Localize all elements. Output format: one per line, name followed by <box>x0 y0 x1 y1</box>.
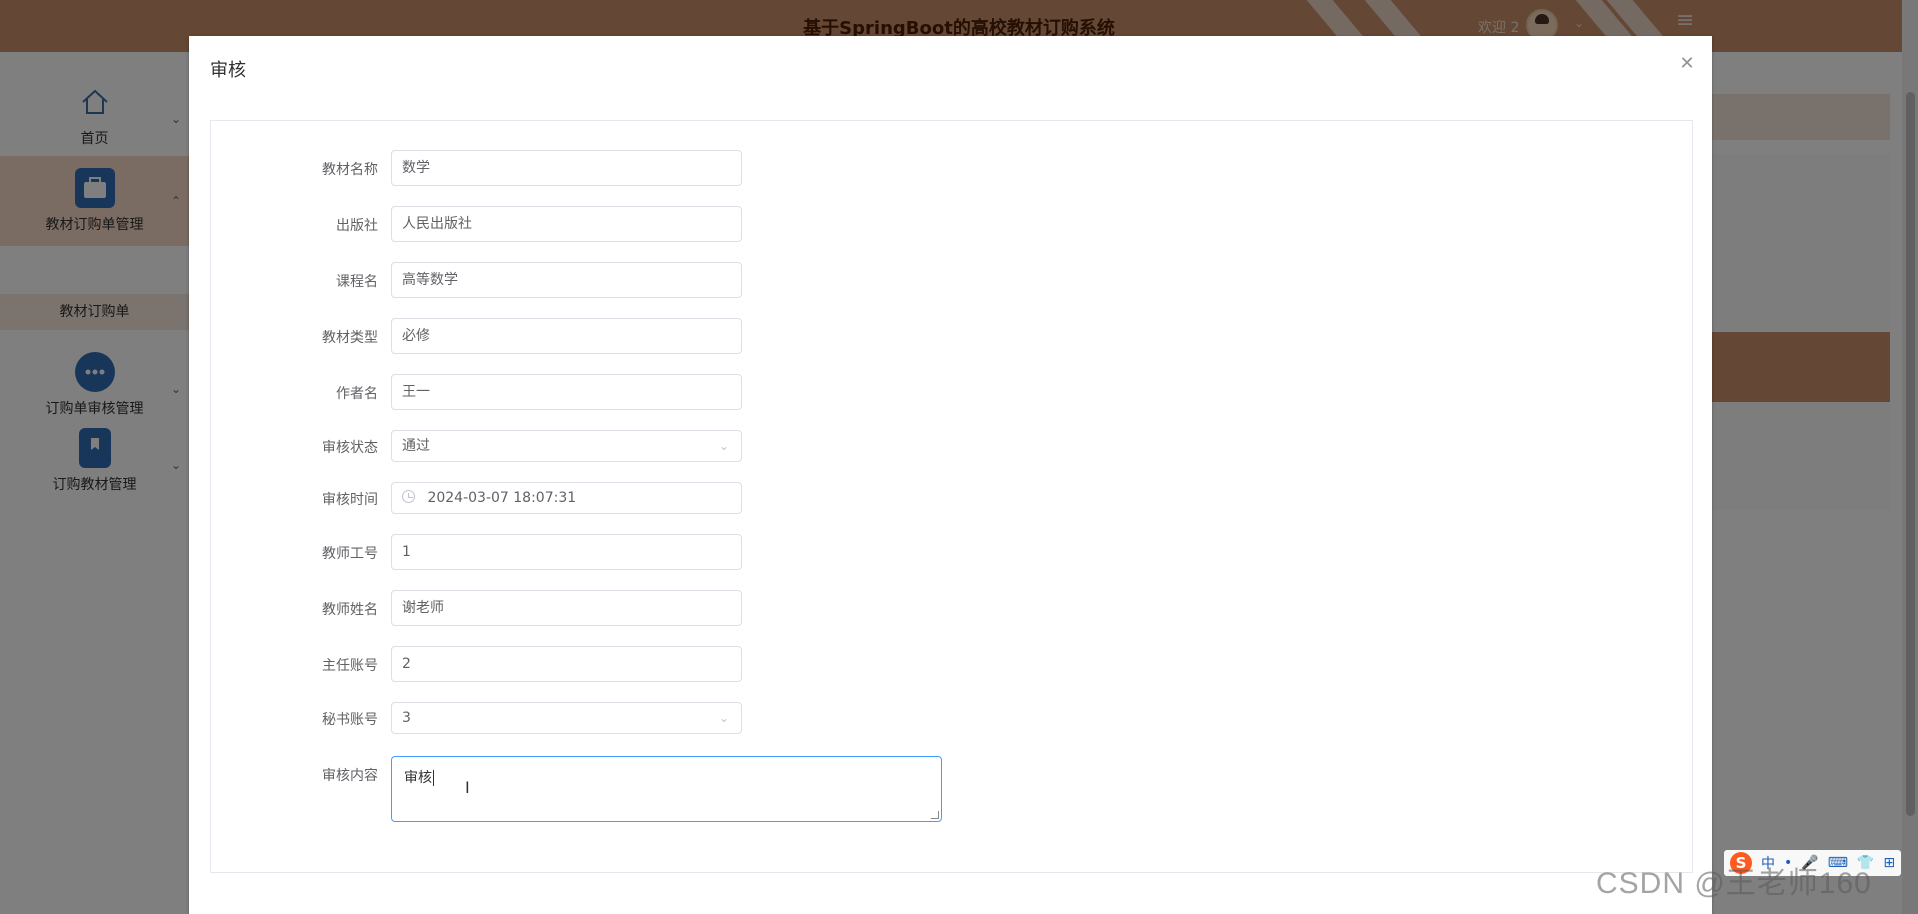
form-row-author: 作者名 王一 <box>211 374 1611 414</box>
chevron-down-icon: ⌄ <box>718 439 729 453</box>
form-row-review-time: 审核时间 2024-03-07 18:07:31 <box>211 482 1611 522</box>
form-label: 出版社 <box>336 218 378 234</box>
form-row-review-status: 审核状态 通过 ⌄ <box>211 430 1611 470</box>
grid-icon[interactable]: ⊞ <box>1883 855 1895 871</box>
form-label: 作者名 <box>336 386 378 402</box>
teacher-id-input[interactable]: 1 <box>391 534 742 570</box>
form-row-course-name: 课程名 高等数学 <box>211 262 1611 302</box>
chevron-down-icon: ⌄ <box>718 711 729 725</box>
teacher-name-input[interactable]: 谢老师 <box>391 590 742 626</box>
form-label: 教材类型 <box>322 330 378 346</box>
close-icon[interactable]: ✕ <box>1677 54 1697 74</box>
publisher-input[interactable]: 人民出版社 <box>391 206 742 242</box>
form-row-review-content: 审核内容 审核 I <box>211 756 1611 826</box>
course-name-input[interactable]: 高等数学 <box>391 262 742 298</box>
textbook-type-input[interactable]: 必修 <box>391 318 742 354</box>
form-label: 秘书账号 <box>322 712 378 728</box>
form-label: 教师工号 <box>322 546 378 562</box>
form-label: 教材名称 <box>322 162 378 178</box>
dialog-title: 审核 <box>210 60 246 81</box>
form-row-textbook-type: 教材类型 必修 <box>211 318 1611 358</box>
form-label: 审核内容 <box>322 768 378 784</box>
review-form: 教材名称 数学 出版社 人民出版社 课程名 高等数学 教材类型 必修 作者名 王… <box>210 120 1693 873</box>
form-label: 课程名 <box>336 274 378 290</box>
review-time-picker[interactable]: 2024-03-07 18:07:31 <box>391 482 742 514</box>
form-row-publisher: 出版社 人民出版社 <box>211 206 1611 246</box>
form-row-textbook-name: 教材名称 数学 <box>211 150 1611 190</box>
review-status-select[interactable]: 通过 ⌄ <box>391 430 742 462</box>
author-input[interactable]: 王一 <box>391 374 742 410</box>
textbook-name-input[interactable]: 数学 <box>391 150 742 186</box>
form-row-teacher-name: 教师姓名 谢老师 <box>211 590 1611 630</box>
resize-handle[interactable] <box>931 811 939 819</box>
form-label: 主任账号 <box>322 658 378 674</box>
form-label: 审核时间 <box>322 492 378 508</box>
watermark: CSDN @王老师160 <box>1596 867 1872 900</box>
review-content-textarea[interactable]: 审核 <box>391 756 942 822</box>
secretary-account-select[interactable]: 3 ⌄ <box>391 702 742 734</box>
form-row-secretary-account: 秘书账号 3 ⌄ <box>211 702 1611 742</box>
text-cursor-icon: I <box>465 778 470 797</box>
form-label: 审核状态 <box>322 440 378 456</box>
form-row-teacher-id: 教师工号 1 <box>211 534 1611 574</box>
form-label: 教师姓名 <box>322 602 378 618</box>
review-dialog: 审核 ✕ 教材名称 数学 出版社 人民出版社 课程名 高等数学 教材类型 必修 <box>189 36 1712 914</box>
director-account-input[interactable]: 2 <box>391 646 742 682</box>
form-row-director-account: 主任账号 2 <box>211 646 1611 686</box>
clock-icon <box>402 490 415 503</box>
